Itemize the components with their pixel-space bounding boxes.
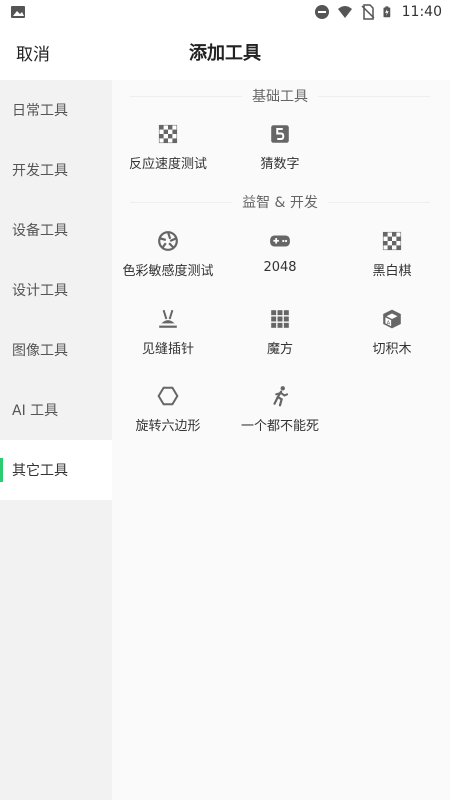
tool-guess-number[interactable]: 猜数字: [224, 123, 336, 183]
sidebar-item-label: 其它工具: [12, 463, 68, 479]
divider: [130, 201, 233, 203]
number-five-icon: [271, 125, 289, 143]
sidebar-item-label: 设备工具: [12, 223, 68, 239]
wifi-icon: [337, 6, 352, 18]
section-header: 基础工具: [130, 86, 430, 106]
gamepad-icon: [270, 235, 290, 247]
category-sidebar: 日常工具 开发工具 设备工具 设计工具 图像工具 AI 工具 其它工具: [0, 80, 112, 800]
sidebar-item-label: 开发工具: [12, 163, 68, 179]
tool-label: 黑白棋: [372, 264, 412, 279]
section-header: 益智 & 开发: [130, 192, 431, 212]
tool-label: 旋转六边形: [135, 419, 201, 434]
hexagon-icon: [157, 386, 179, 406]
tool-label: 见缝插针: [141, 342, 194, 357]
divider: [130, 95, 242, 97]
sidebar-item-device[interactable]: 设备工具: [0, 200, 112, 260]
image-icon: [11, 6, 25, 18]
tool-rotate-hexagon[interactable]: 旋转六边形: [112, 385, 224, 445]
tool-none-can-die[interactable]: 一个都不能死: [224, 385, 336, 445]
sidebar-item-design[interactable]: 设计工具: [0, 260, 112, 320]
divider: [318, 95, 430, 97]
tool-list: 基础工具 反应速度测试 猜数字 益智 & 开发 色彩敏感度测试 2048 黑白棋…: [112, 80, 450, 800]
sidebar-item-daily[interactable]: 日常工具: [0, 80, 112, 140]
section-title: 益智 & 开发: [242, 195, 318, 211]
sidebar-item-other[interactable]: 其它工具: [0, 440, 112, 500]
tool-cut-blocks[interactable]: A 切积木: [336, 308, 448, 368]
tool-label: 切积木: [372, 342, 412, 357]
aperture-icon: [158, 231, 178, 251]
tool-reversi[interactable]: 黑白棋: [336, 230, 448, 290]
running-man-icon: [273, 386, 289, 407]
tool-label: 2048: [263, 260, 297, 275]
grid-icon: [271, 310, 289, 328]
sidebar-item-dev[interactable]: 开发工具: [0, 140, 112, 200]
sidebar-item-ai[interactable]: AI 工具: [0, 380, 112, 440]
tool-label: 一个都不能死: [240, 419, 319, 434]
tool-label: 反应速度测试: [128, 157, 207, 172]
status-time: 11:40: [401, 4, 442, 20]
tool-label: 魔方: [266, 342, 293, 357]
header: 取消 添加工具: [0, 24, 450, 80]
svg-text:A: A: [387, 321, 391, 327]
section-title: 基础工具: [252, 89, 308, 105]
block-cube-icon: A: [383, 309, 401, 329]
checkerboard-icon: [158, 124, 178, 144]
sidebar-item-image[interactable]: 图像工具: [0, 320, 112, 380]
tool-rubik-cube[interactable]: 魔方: [224, 308, 336, 368]
no-sim-icon: [361, 4, 375, 20]
divider: [327, 201, 431, 203]
dnd-icon: [314, 5, 329, 19]
tool-color-sensitivity[interactable]: 色彩敏感度测试: [112, 230, 224, 290]
tool-2048[interactable]: 2048: [224, 230, 336, 290]
pin-icon: [159, 309, 177, 328]
page-title: 添加工具: [189, 43, 261, 64]
tool-label: 猜数字: [260, 157, 300, 172]
sidebar-item-label: 设计工具: [12, 283, 68, 299]
tool-pin-insert[interactable]: 见缝插针: [112, 308, 224, 368]
sidebar-item-label: AI 工具: [12, 403, 59, 419]
tool-label: 色彩敏感度测试: [122, 264, 214, 279]
sidebar-item-label: 图像工具: [12, 343, 68, 359]
tool-reaction-speed[interactable]: 反应速度测试: [112, 123, 224, 183]
status-icons: 11:40: [314, 2, 442, 22]
status-bar: 11:40: [0, 0, 450, 24]
checkerboard-icon: [382, 231, 402, 251]
battery-charging-icon: [383, 6, 390, 18]
sidebar-item-label: 日常工具: [12, 103, 68, 119]
